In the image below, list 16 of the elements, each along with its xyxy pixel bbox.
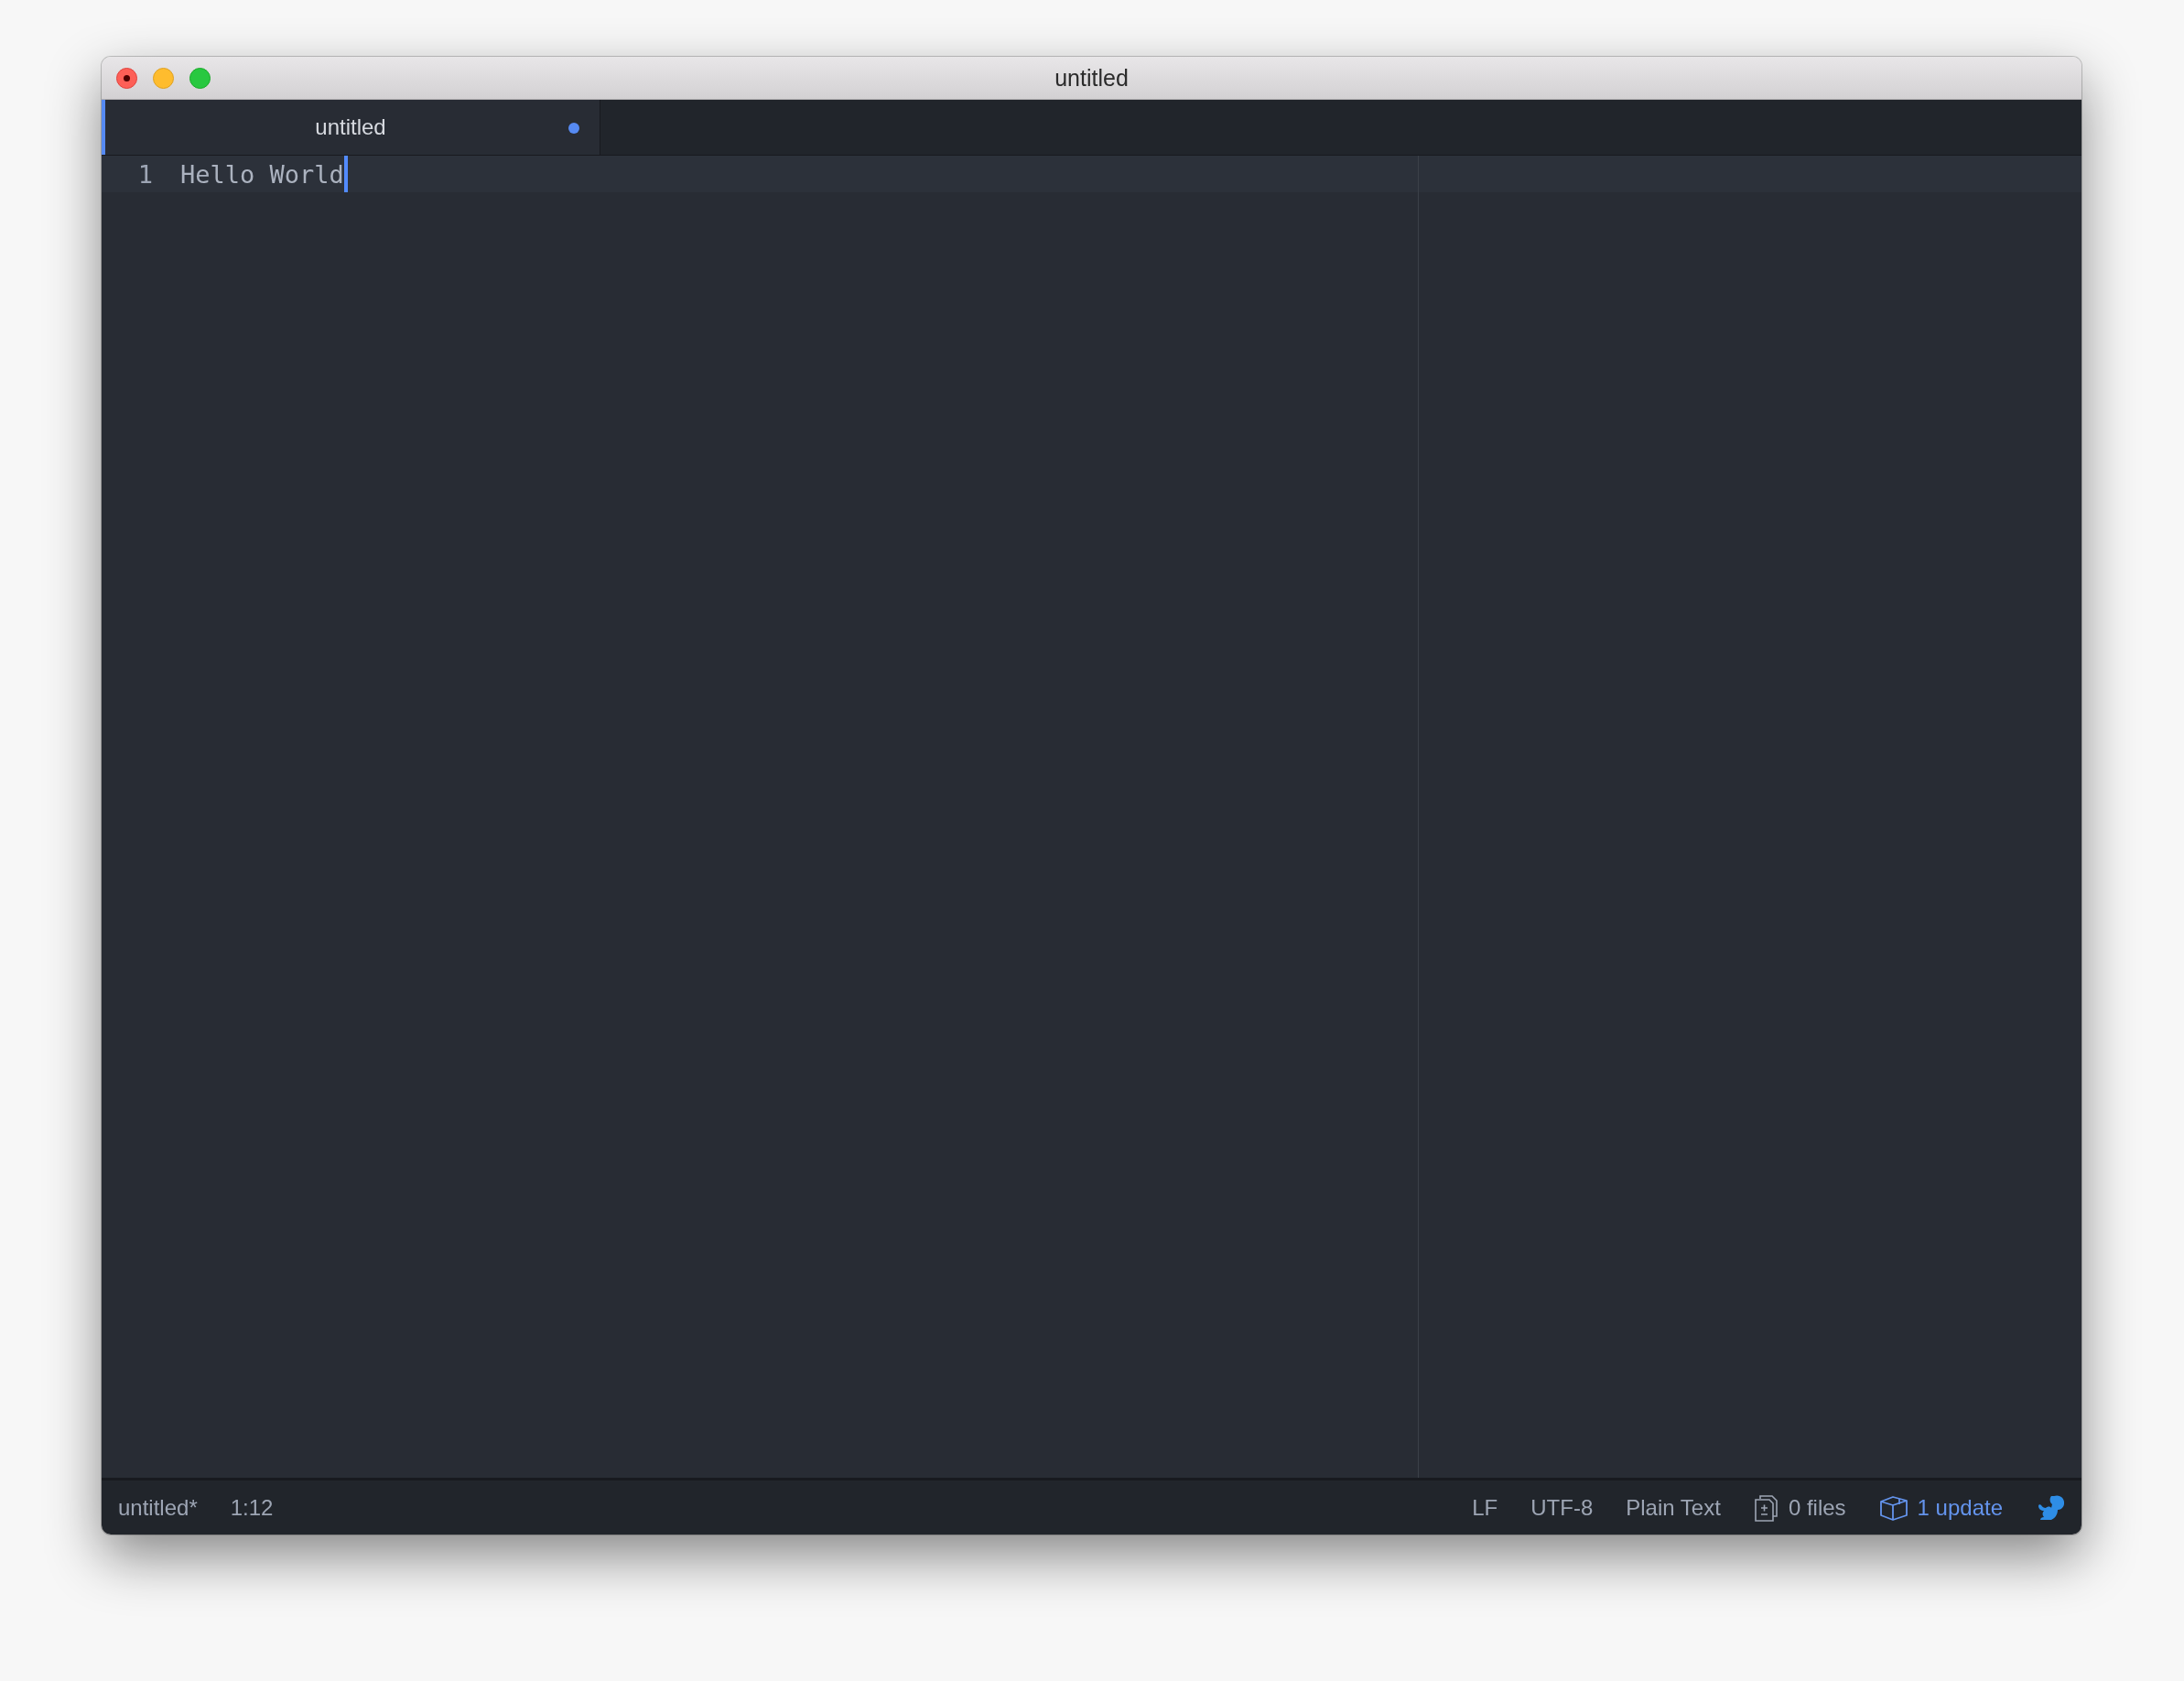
package-icon[interactable] xyxy=(1878,1493,1908,1522)
files-icon[interactable] xyxy=(1753,1493,1779,1522)
text-cursor xyxy=(343,156,348,192)
line-number: 1 xyxy=(136,159,153,189)
status-item[interactable]: 1:12 xyxy=(230,1494,274,1521)
status-item[interactable]: UTF-8 xyxy=(1530,1494,1594,1521)
files-count[interactable]: 0 files xyxy=(1788,1494,1846,1521)
window-title: untitled xyxy=(1054,64,1129,92)
update-link[interactable]: 1 update xyxy=(1917,1494,2003,1521)
code-text: Hello World xyxy=(180,159,344,189)
status-item[interactable]: LF xyxy=(1472,1494,1498,1521)
editor-tab[interactable]: untitled xyxy=(102,100,600,155)
status-item[interactable]: untitled* xyxy=(118,1494,198,1521)
status-item[interactable]: Plain Text xyxy=(1626,1494,1721,1521)
close-button[interactable] xyxy=(116,68,137,89)
squirrel-icon[interactable] xyxy=(2036,1493,2065,1522)
